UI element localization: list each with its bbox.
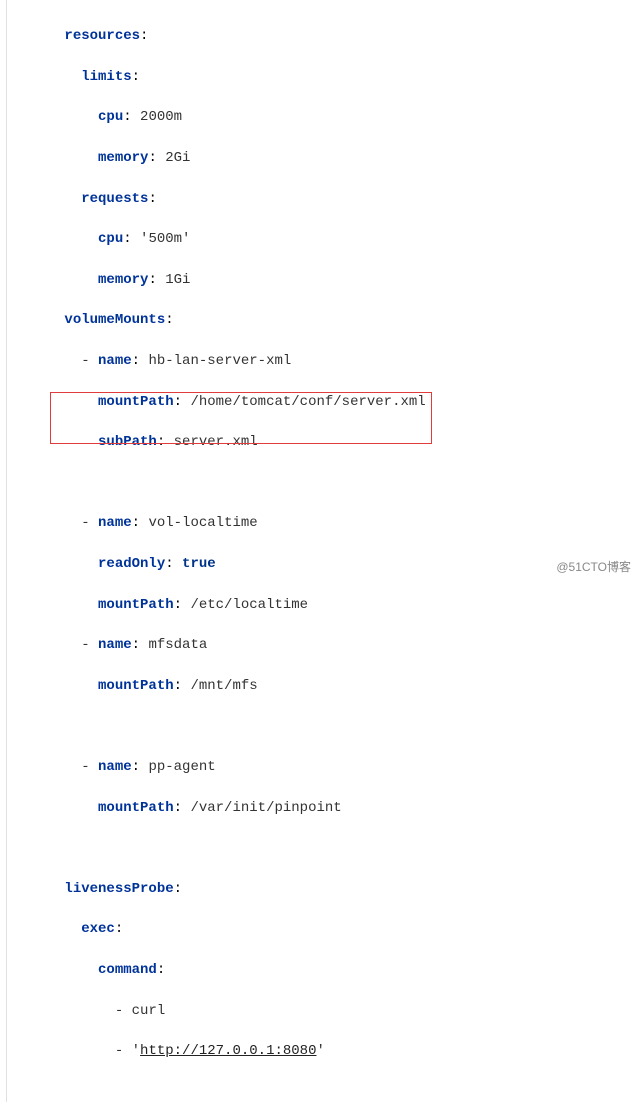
key-cpu: cpu xyxy=(98,109,123,125)
line: - name: vol-localtime xyxy=(14,513,639,533)
key-command: command xyxy=(98,962,157,978)
line: limits: xyxy=(14,67,639,87)
val-mountpath: /home/tomcat/conf/server.xml xyxy=(190,394,425,410)
key-mountpath: mountPath xyxy=(98,800,174,816)
key-livenessprobe: livenessProbe xyxy=(64,881,173,897)
line: exec: xyxy=(14,919,639,939)
line: volumeMounts: xyxy=(14,310,639,330)
line: mountPath: /mnt/mfs xyxy=(14,676,639,696)
val-mountpath: /var/init/pinpoint xyxy=(190,800,341,816)
line: mountPath: /home/tomcat/conf/server.xml xyxy=(14,392,639,412)
val-command-url: http://127.0.0.1:8080 xyxy=(140,1043,316,1059)
line: readOnly: true xyxy=(14,554,639,574)
key-memory: memory xyxy=(98,272,148,288)
key-subpath: subPath xyxy=(98,434,157,450)
line: command: xyxy=(14,960,639,980)
key-mountpath: mountPath xyxy=(98,678,174,694)
watermark: @51CTO博客 xyxy=(556,559,631,576)
fold-gutter xyxy=(6,0,8,1102)
line: cpu: 2000m xyxy=(14,107,639,127)
key-cpu: cpu xyxy=(98,231,123,247)
val-memory: 1Gi xyxy=(165,272,190,288)
val-name: vol-localtime xyxy=(148,515,257,531)
line: mountPath: /etc/localtime xyxy=(14,595,639,615)
key-name: name xyxy=(98,515,132,531)
line: memory: 1Gi xyxy=(14,270,639,290)
key-name: name xyxy=(98,759,132,775)
key-mountpath: mountPath xyxy=(98,394,174,410)
val-mountpath: /mnt/mfs xyxy=(190,678,257,694)
line: - name: hb-lan-server-xml xyxy=(14,351,639,371)
line: cpu: '500m' xyxy=(14,229,639,249)
line: requests: xyxy=(14,189,639,209)
val-name: hb-lan-server-xml xyxy=(148,353,291,369)
key-resources: resources xyxy=(64,28,140,44)
key-memory: memory xyxy=(98,150,148,166)
line: - curl xyxy=(14,1001,639,1021)
blank-line xyxy=(14,473,639,493)
yaml-code: resources: limits: cpu: 2000m memory: 2G… xyxy=(14,6,639,1102)
line: subPath: server.xml xyxy=(14,432,639,452)
val-name: mfsdata xyxy=(148,637,207,653)
val-mountpath: /etc/localtime xyxy=(190,597,308,613)
val-cpu: 2000m xyxy=(140,109,182,125)
line: livenessProbe: xyxy=(14,879,639,899)
val-command: curl xyxy=(132,1003,166,1019)
key-name: name xyxy=(98,637,132,653)
val-cpu: '500m' xyxy=(140,231,190,247)
line: - name: mfsdata xyxy=(14,635,639,655)
val-subpath: server.xml xyxy=(174,434,258,450)
key-mountpath: mountPath xyxy=(98,597,174,613)
blank-line xyxy=(14,716,639,736)
val-name: pp-agent xyxy=(148,759,215,775)
line: resources: xyxy=(14,26,639,46)
line: - 'http://127.0.0.1:8080' xyxy=(14,1041,639,1061)
val-readonly: true xyxy=(182,556,216,572)
val-memory: 2Gi xyxy=(165,150,190,166)
line: mountPath: /var/init/pinpoint xyxy=(14,798,639,818)
key-readonly: readOnly xyxy=(98,556,165,572)
key-name: name xyxy=(98,353,132,369)
key-limits: limits xyxy=(81,69,131,85)
key-exec: exec xyxy=(81,921,115,937)
key-volumemounts: volumeMounts xyxy=(64,312,165,328)
line: - name: pp-agent xyxy=(14,757,639,777)
key-requests: requests xyxy=(81,191,148,207)
blank-line xyxy=(14,838,639,858)
line: memory: 2Gi xyxy=(14,148,639,168)
code-viewport: resources: limits: cpu: 2000m memory: 2G… xyxy=(0,0,639,1102)
